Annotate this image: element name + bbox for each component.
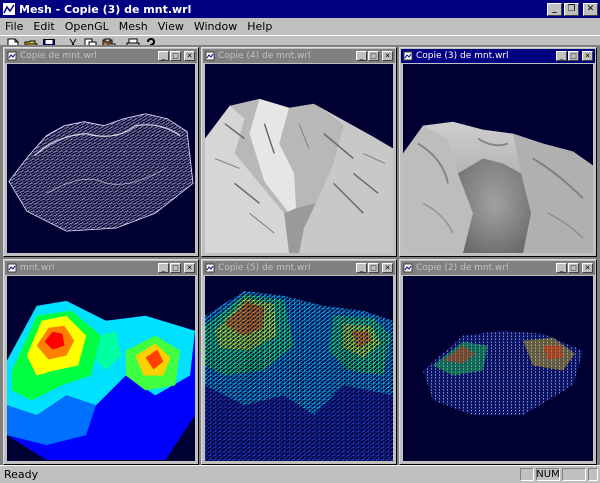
- menu-edit[interactable]: Edit: [28, 20, 59, 33]
- minimize-icon: _: [552, 3, 557, 14]
- close-button[interactable]: ✕: [583, 2, 598, 16]
- num-lock-indicator: NUM: [536, 468, 560, 481]
- window-title: Copie (3) de mnt.wrl: [416, 51, 509, 61]
- minimize-button[interactable]: _: [356, 51, 367, 61]
- close-icon: ✕: [586, 3, 595, 14]
- minimize-button[interactable]: _: [158, 51, 169, 61]
- minimize-icon: _: [559, 51, 564, 60]
- menu-bar: File Edit OpenGL Mesh View Window Help: [0, 18, 600, 35]
- mesh-window-mnt[interactable]: mnt.wrl _ □ ✕: [3, 259, 199, 465]
- minimize-icon: _: [559, 263, 564, 272]
- minimize-button[interactable]: _: [158, 263, 169, 273]
- window-titlebar[interactable]: Copie (2) de mnt.wrl _ □ ✕: [401, 261, 595, 275]
- window-title: Copie de mnt.wrl: [20, 51, 97, 61]
- close-icon: ✕: [384, 263, 391, 272]
- document-icon: [403, 51, 413, 61]
- status-bar: Ready NUM: [0, 465, 600, 483]
- window-title: mnt.wrl: [20, 263, 55, 273]
- mesh-viewport[interactable]: [403, 64, 593, 253]
- close-button[interactable]: ✕: [582, 263, 593, 273]
- maximize-icon: □: [370, 263, 377, 272]
- minimize-button[interactable]: _: [556, 51, 567, 61]
- window-titlebar[interactable]: Copie (5) de mnt.wrl _ □ ✕: [203, 261, 395, 275]
- close-button[interactable]: ✕: [184, 51, 195, 61]
- mesh-window-copie-5[interactable]: Copie (5) de mnt.wrl _ □ ✕: [201, 259, 397, 465]
- minimize-icon: _: [161, 263, 166, 272]
- document-icon: [205, 51, 215, 61]
- colormap-terrain: [7, 300, 195, 461]
- close-icon: ✕: [186, 263, 193, 272]
- mesh-app-icon: [3, 3, 15, 15]
- close-button[interactable]: ✕: [184, 263, 195, 273]
- minimize-button[interactable]: _: [356, 263, 367, 273]
- close-icon: ✕: [584, 51, 591, 60]
- wireframe-terrain: [8, 113, 194, 232]
- window-titlebar[interactable]: Copie (3) de mnt.wrl _ □ ✕: [401, 49, 595, 63]
- window-titlebar[interactable]: mnt.wrl _ □ ✕: [5, 261, 197, 275]
- mesh-viewport[interactable]: [7, 64, 195, 253]
- smooth-shaded-terrain: [403, 121, 593, 253]
- document-icon: [7, 51, 17, 61]
- maximize-icon: □: [172, 263, 179, 272]
- menu-view[interactable]: View: [153, 20, 189, 33]
- close-button[interactable]: ✕: [382, 51, 393, 61]
- maximize-button[interactable]: □: [568, 51, 579, 61]
- minimize-button[interactable]: _: [556, 263, 567, 273]
- maximize-icon: □: [370, 51, 377, 60]
- mesh-viewport[interactable]: [205, 64, 393, 253]
- menu-help[interactable]: Help: [242, 20, 277, 33]
- menu-opengl[interactable]: OpenGL: [60, 20, 114, 33]
- maximize-button[interactable]: □: [568, 263, 579, 273]
- close-icon: ✕: [384, 51, 391, 60]
- colormap-wireframe-terrain: [205, 290, 393, 461]
- status-panel: [562, 468, 586, 481]
- maximize-button[interactable]: □: [170, 263, 181, 273]
- menu-file[interactable]: File: [0, 20, 28, 33]
- mesh-viewport[interactable]: [7, 276, 195, 461]
- status-text: Ready: [4, 468, 39, 481]
- app-titlebar[interactable]: Mesh - Copie (3) de mnt.wrl _ ❐ ✕: [0, 0, 600, 18]
- minimize-icon: _: [359, 51, 364, 60]
- document-icon: [403, 263, 413, 273]
- menu-mesh[interactable]: Mesh: [114, 20, 153, 33]
- maximize-button[interactable]: □: [368, 51, 379, 61]
- mdi-client-area: Copie de mnt.wrl _ □ ✕ Copie (4) de mnt.…: [0, 45, 600, 465]
- maximize-button[interactable]: □: [170, 51, 181, 61]
- app-title: Mesh - Copie (3) de mnt.wrl: [19, 2, 192, 16]
- close-icon: ✕: [584, 263, 591, 272]
- mesh-window-copie-3[interactable]: Copie (3) de mnt.wrl _ □ ✕: [399, 47, 597, 257]
- mesh-window-copie[interactable]: Copie de mnt.wrl _ □ ✕: [3, 47, 199, 257]
- minimize-button[interactable]: _: [547, 2, 562, 16]
- size-grip[interactable]: [588, 468, 598, 481]
- maximize-button[interactable]: ❐: [564, 2, 579, 16]
- mesh-window-copie-2[interactable]: Copie (2) de mnt.wrl _ □ ✕: [399, 259, 597, 465]
- status-panel: [520, 468, 534, 481]
- document-icon: [205, 263, 215, 273]
- close-button[interactable]: ✕: [382, 263, 393, 273]
- minimize-icon: _: [359, 263, 364, 272]
- minimize-icon: _: [161, 51, 166, 60]
- mesh-window-copie-4[interactable]: Copie (4) de mnt.wrl _ □ ✕: [201, 47, 397, 257]
- window-title: Copie (4) de mnt.wrl: [218, 51, 311, 61]
- close-icon: ✕: [186, 51, 193, 60]
- document-icon: [7, 263, 17, 273]
- flat-shaded-terrain: [205, 98, 393, 253]
- maximize-icon: □: [570, 263, 577, 272]
- window-title: Copie (5) de mnt.wrl: [218, 263, 311, 273]
- restore-icon: ❐: [567, 3, 576, 14]
- close-button[interactable]: ✕: [582, 51, 593, 61]
- colormap-points-terrain: [423, 330, 583, 416]
- window-titlebar[interactable]: Copie (4) de mnt.wrl _ □ ✕: [203, 49, 395, 63]
- maximize-icon: □: [172, 51, 179, 60]
- maximize-icon: □: [570, 51, 577, 60]
- window-title: Copie (2) de mnt.wrl: [416, 263, 509, 273]
- window-titlebar[interactable]: Copie de mnt.wrl _ □ ✕: [5, 49, 197, 63]
- maximize-button[interactable]: □: [368, 263, 379, 273]
- mesh-viewport[interactable]: [403, 276, 593, 461]
- mesh-viewport[interactable]: [205, 276, 393, 461]
- menu-window[interactable]: Window: [189, 20, 242, 33]
